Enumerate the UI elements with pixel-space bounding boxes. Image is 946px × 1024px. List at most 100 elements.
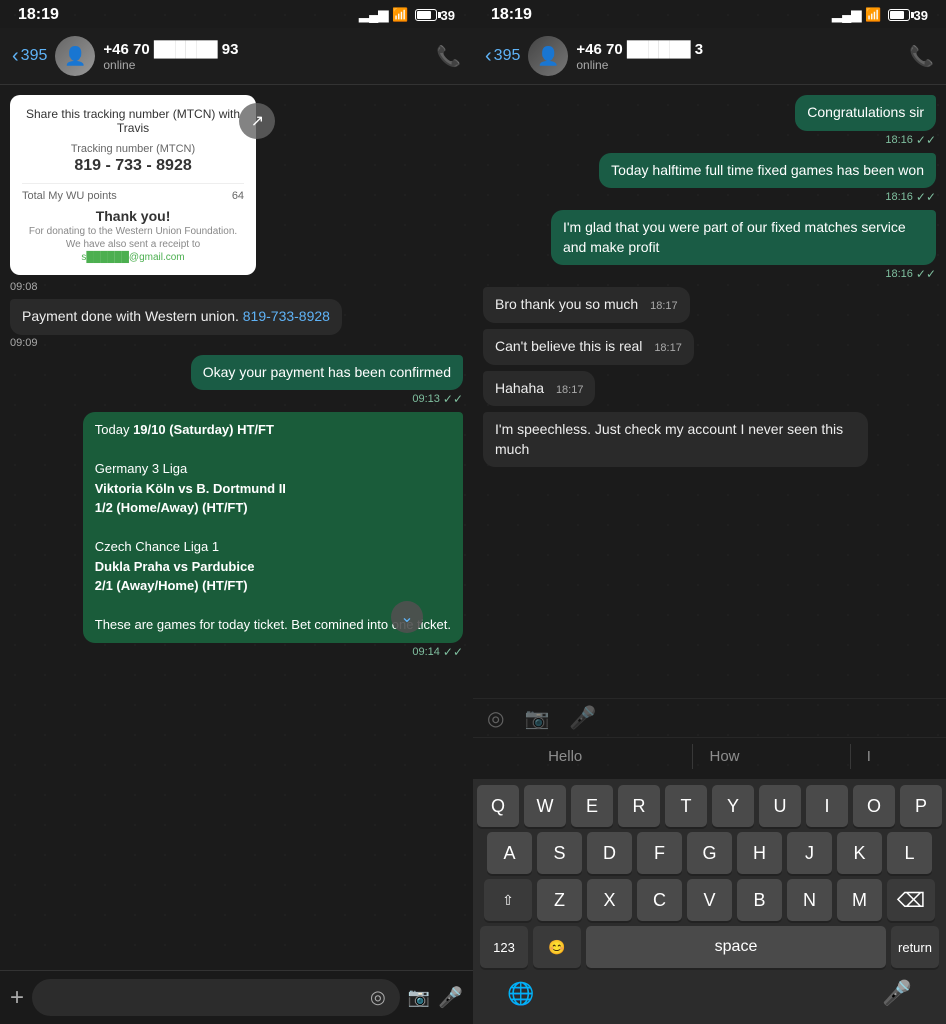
key-v[interactable]: V [687, 879, 732, 921]
key-return[interactable]: return [891, 926, 939, 968]
key-g[interactable]: G [687, 832, 732, 874]
confirmed-bubble: Okay your payment has been confirmed [191, 355, 463, 391]
confirmed-ticks: ✓✓ [443, 392, 463, 406]
key-emoji[interactable]: 😊 [533, 926, 581, 968]
thankyou-bubble: Bro thank you so much 18:17 [483, 287, 690, 323]
halftime-text: Today halftime full time fixed games has… [611, 162, 924, 178]
wu-tracking-label: Tracking number (MTCN) [22, 143, 244, 155]
payment-bubble: Payment done with Western union. 819-733… [10, 299, 342, 335]
key-u[interactable]: U [759, 785, 801, 827]
left-phone-panel: 18:19 ▂▄▆ 📶 39 ‹ 395 👤 +46 70 ██████ 93 … [0, 0, 473, 1024]
halftime-message: Today halftime full time fixed games has… [483, 153, 936, 205]
keyboard-row-3: ⇧ Z X C V B N M ⌫ [477, 879, 942, 921]
payment-text: Payment done with Western union. [22, 308, 243, 324]
halftime-time: 18:16 ✓✓ [885, 190, 936, 204]
wu-receipt-label: We have also sent a receipt to [22, 239, 244, 250]
key-t[interactable]: T [665, 785, 707, 827]
congrats-time: 18:16 ✓✓ [885, 133, 936, 147]
wu-points: Total My WU points 64 [22, 183, 244, 202]
mic-icon[interactable]: 🎤 [438, 985, 463, 1010]
sticker-icon[interactable]: ◎ [370, 987, 386, 1008]
key-o[interactable]: O [853, 785, 895, 827]
left-call-button[interactable]: 📞 [436, 44, 461, 69]
key-d[interactable]: D [587, 832, 632, 874]
key-a[interactable]: A [487, 832, 532, 874]
payment-link[interactable]: 819-733-8928 [243, 308, 330, 324]
speechless-text: I'm speechless. Just check my account I … [495, 421, 843, 457]
keyboard-mic-icon[interactable]: 🎤 [882, 979, 912, 1008]
key-m[interactable]: M [837, 879, 882, 921]
glad-text: I'm glad that you were part of our fixed… [563, 219, 906, 255]
wifi-icon: 📶 [392, 7, 408, 23]
globe-icon[interactable]: 🌐 [507, 981, 534, 1007]
scroll-down-overlay[interactable]: ⌄ [391, 601, 431, 635]
scroll-down-button[interactable]: ⌄ [391, 601, 423, 633]
key-e[interactable]: E [571, 785, 613, 827]
key-y[interactable]: Y [712, 785, 754, 827]
add-button[interactable]: + [10, 984, 24, 1012]
halftime-ticks: ✓✓ [916, 190, 936, 204]
mic-toolbar-icon[interactable]: 🎤 [569, 705, 596, 731]
keyboard-toolbar: ◎ 📷 🎤 [473, 698, 946, 737]
key-p[interactable]: P [900, 785, 942, 827]
key-k[interactable]: K [837, 832, 882, 874]
left-chat-area: Share this tracking number (MTCN) with T… [0, 85, 473, 970]
key-l[interactable]: L [887, 832, 932, 874]
right-chat-area: Congratulations sir 18:16 ✓✓ Today halft… [473, 85, 946, 698]
key-i[interactable]: I [806, 785, 848, 827]
key-delete[interactable]: ⌫ [887, 879, 935, 921]
wu-card-title: Share this tracking number (MTCN) with T… [22, 107, 244, 135]
speechless-bubble: I'm speechless. Just check my account I … [483, 412, 868, 467]
key-z[interactable]: Z [537, 879, 582, 921]
right-back-button[interactable]: ‹ 395 [485, 45, 520, 68]
thankyou-text: Bro thank you so much [495, 296, 638, 312]
key-x[interactable]: X [587, 879, 632, 921]
suggestion-i[interactable]: I [850, 744, 887, 769]
key-h[interactable]: H [737, 832, 782, 874]
thankyou-message: Bro thank you so much 18:17 [483, 287, 936, 323]
left-chat-header: ‹ 395 👤 +46 70 ██████ 93 online 📞 [0, 28, 473, 85]
sticker-toolbar-icon[interactable]: ◎ [487, 706, 504, 731]
key-r[interactable]: R [618, 785, 660, 827]
key-b[interactable]: B [737, 879, 782, 921]
left-message-input[interactable]: ◎ [32, 979, 400, 1016]
right-call-button[interactable]: 📞 [909, 44, 934, 69]
right-contact-status: online [576, 58, 901, 72]
key-f[interactable]: F [637, 832, 682, 874]
word-suggestions-bar: Hello How I [473, 737, 946, 775]
key-w[interactable]: W [524, 785, 566, 827]
match-time: 09:14 ✓✓ [412, 645, 463, 659]
keyboard: Q W E R T Y U I O P A S D F G H J K L ⇧ … [473, 779, 946, 1024]
left-contact-status: online [103, 58, 428, 72]
wu-points-label: Total My WU points [22, 190, 117, 202]
key-j[interactable]: J [787, 832, 832, 874]
confirmed-time: 09:13 ✓✓ [412, 392, 463, 406]
right-status-bar: 18:19 ▂▄▆ 📶 39 [473, 0, 946, 28]
payment-message: Payment done with Western union. 819-733… [10, 299, 463, 349]
wu-share-button[interactable]: ↗ [239, 103, 275, 139]
left-contact-name: +46 70 ██████ 93 [103, 41, 428, 58]
key-q[interactable]: Q [477, 785, 519, 827]
right-battery-icon [888, 9, 910, 21]
congrats-bubble: Congratulations sir [795, 95, 936, 131]
congrats-text: Congratulations sir [807, 104, 924, 120]
left-status-icons: ▂▄▆ 📶 39 [359, 7, 455, 23]
cantbelieve-message: Can't believe this is real 18:17 [483, 329, 936, 365]
key-n[interactable]: N [787, 879, 832, 921]
key-shift[interactable]: ⇧ [484, 879, 532, 921]
hahaha-text: Hahaha [495, 380, 544, 396]
key-s[interactable]: S [537, 832, 582, 874]
glad-time: 18:16 ✓✓ [885, 267, 936, 281]
suggestion-hello[interactable]: Hello [532, 744, 598, 769]
camera-icon[interactable]: 📷 [408, 987, 430, 1008]
key-123[interactable]: 123 [480, 926, 528, 968]
glad-message: I'm glad that you were part of our fixed… [483, 210, 936, 281]
hahaha-message: Hahaha 18:17 [483, 371, 936, 407]
key-c[interactable]: C [637, 879, 682, 921]
camera-toolbar-icon[interactable]: 📷 [524, 706, 549, 731]
key-space[interactable]: space [586, 926, 886, 968]
suggestion-how[interactable]: How [692, 744, 755, 769]
right-status-icons: ▂▄▆ 📶 39 [832, 7, 928, 23]
left-back-button[interactable]: ‹ 395 [12, 45, 47, 68]
hahaha-bubble: Hahaha 18:17 [483, 371, 595, 407]
